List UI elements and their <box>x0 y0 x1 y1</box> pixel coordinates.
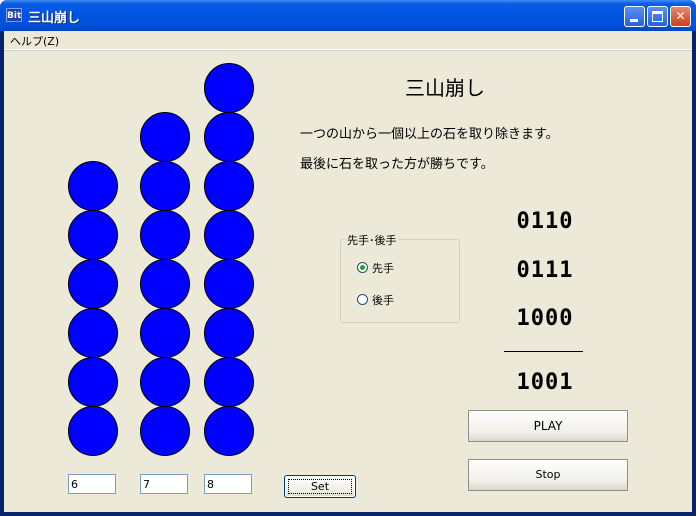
play-button[interactable]: PLAY <box>468 410 628 442</box>
turn-groupbox: 先手･後手 先手 後手 <box>340 232 460 323</box>
title-bar[interactable]: Bit 三山崩し ✕ <box>0 0 696 31</box>
stone[interactable] <box>68 161 118 211</box>
pile2-input[interactable] <box>140 474 188 494</box>
stone[interactable] <box>140 357 190 407</box>
stone[interactable] <box>204 112 254 162</box>
rule-text-2: 最後に石を取った方が勝ちです。 <box>300 157 494 172</box>
sum-divider <box>504 351 583 352</box>
close-button[interactable]: ✕ <box>670 6 691 27</box>
minimize-icon <box>630 19 638 22</box>
maximize-icon <box>652 11 663 22</box>
radio-first[interactable]: 先手 <box>357 260 394 276</box>
stone[interactable] <box>68 406 118 456</box>
stone[interactable] <box>204 210 254 260</box>
client-area: ヘルプ(Z) Set 三山崩し 一つの山から一個以上の石を取り除きます。 最後に… <box>4 31 692 512</box>
stone[interactable] <box>140 161 190 211</box>
rule-text-1: 一つの山から一個以上の石を取り除きます。 <box>300 127 559 142</box>
close-icon: ✕ <box>675 9 686 23</box>
set-button[interactable]: Set <box>284 475 356 498</box>
stone[interactable] <box>68 210 118 260</box>
minimize-button[interactable] <box>624 6 645 27</box>
radio-icon-checked <box>357 262 368 273</box>
stone[interactable] <box>140 210 190 260</box>
app-window: Bit 三山崩し ✕ ヘルプ(Z) Set 三山崩し 一つの山から一個以上の石を… <box>0 0 696 516</box>
stone[interactable] <box>140 308 190 358</box>
radio-second[interactable]: 後手 <box>357 292 394 308</box>
menu-help[interactable]: ヘルプ(Z) <box>10 33 59 49</box>
stone[interactable] <box>68 259 118 309</box>
pile1-input[interactable] <box>68 474 116 494</box>
stone[interactable] <box>68 308 118 358</box>
binary-pile3: 1000 <box>516 306 574 331</box>
radio-icon-unchecked <box>357 294 368 305</box>
radio-first-label: 先手 <box>372 262 394 275</box>
stone[interactable] <box>204 259 254 309</box>
stone[interactable] <box>140 259 190 309</box>
stone[interactable] <box>204 161 254 211</box>
binary-pile2: 0111 <box>516 258 574 283</box>
stone[interactable] <box>140 406 190 456</box>
focus-rect <box>288 479 352 494</box>
stone[interactable] <box>68 357 118 407</box>
pile3-input[interactable] <box>204 474 252 494</box>
stone[interactable] <box>204 308 254 358</box>
maximize-button[interactable] <box>647 6 668 27</box>
app-icon: Bit <box>6 8 22 22</box>
menu-bar: ヘルプ(Z) <box>4 31 692 50</box>
binary-xor: 1001 <box>516 370 574 395</box>
stone[interactable] <box>140 112 190 162</box>
radio-second-label: 後手 <box>372 294 394 307</box>
binary-pile1: 0110 <box>516 209 574 234</box>
turn-group-label: 先手･後手 <box>345 232 399 248</box>
game-title: 三山崩し <box>405 76 485 100</box>
stone[interactable] <box>204 357 254 407</box>
stone[interactable] <box>204 406 254 456</box>
window-title: 三山崩し <box>28 11 81 26</box>
stone[interactable] <box>204 63 254 113</box>
stop-button[interactable]: Stop <box>468 459 628 491</box>
